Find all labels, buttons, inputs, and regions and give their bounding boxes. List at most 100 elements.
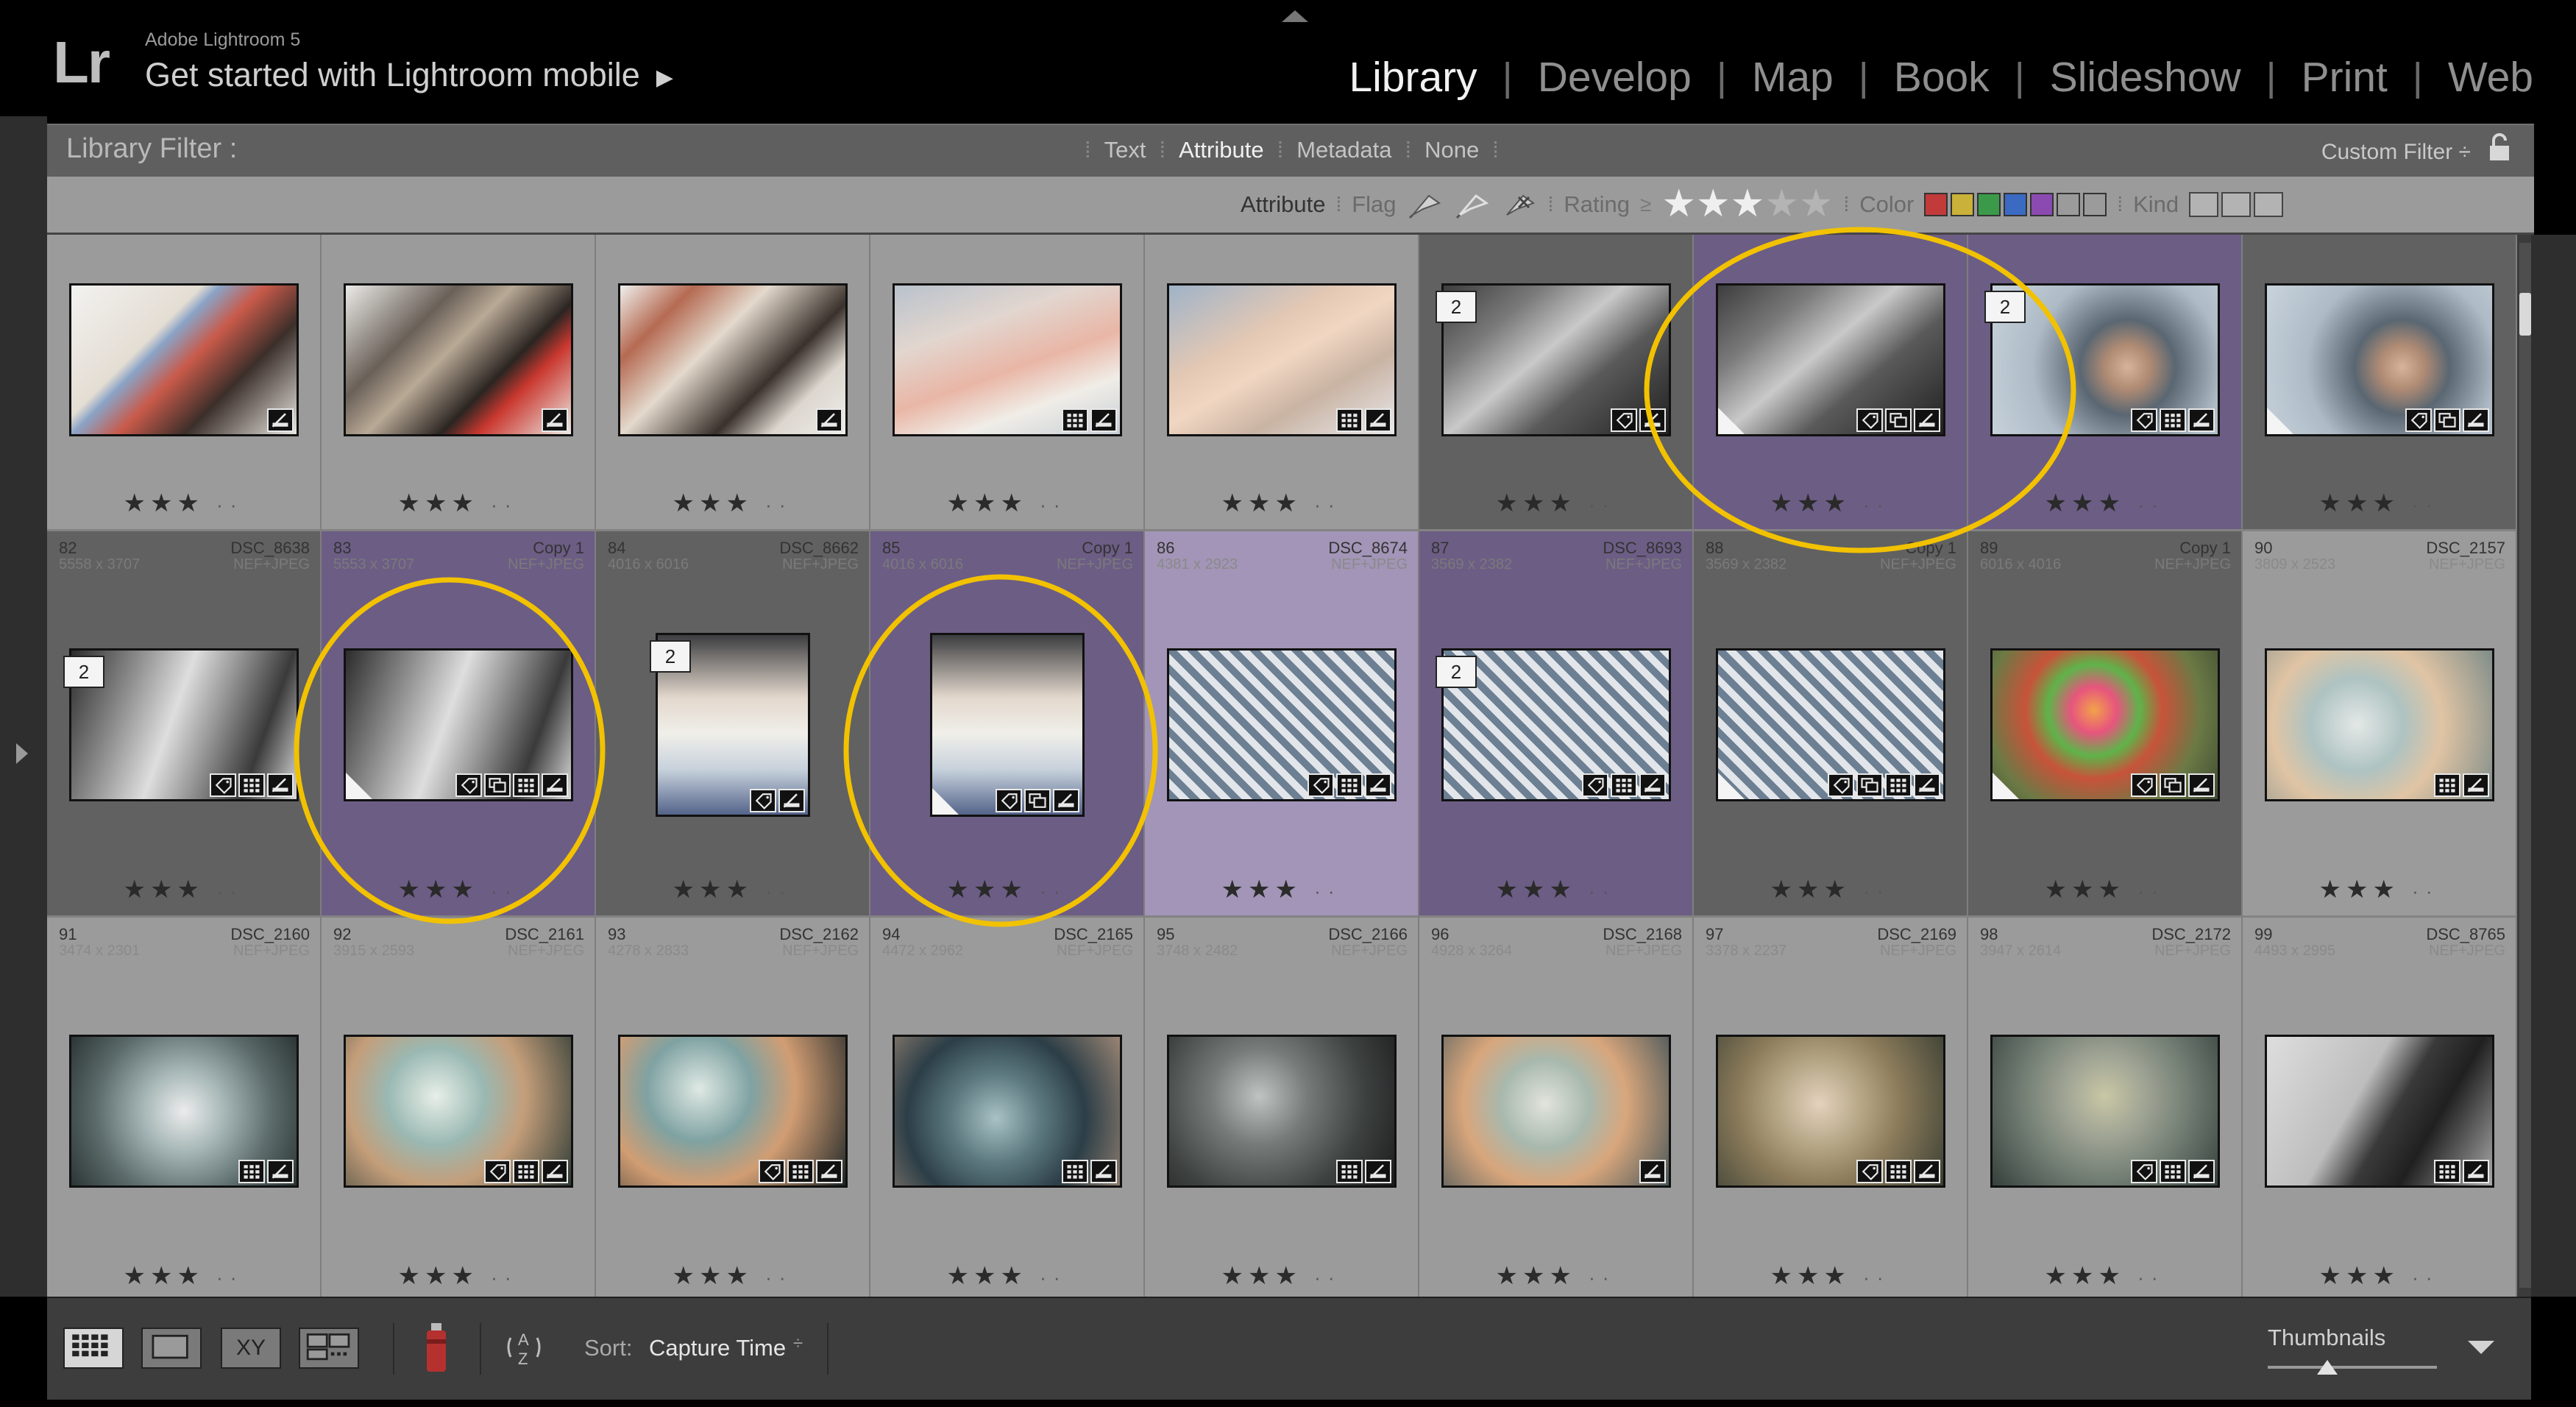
color-swatch[interactable] — [2057, 193, 2081, 216]
develop-adjustments-icon[interactable] — [1639, 773, 1666, 797]
star-rating[interactable]: ★★★ ·· — [2243, 875, 2516, 904]
virtual-copy-icon[interactable] — [1024, 789, 1051, 812]
filter-tab-text[interactable]: Text — [1091, 137, 1160, 163]
develop-adjustments-icon[interactable] — [1090, 1160, 1117, 1183]
rating-star-icon[interactable]: ★ — [1731, 182, 1765, 225]
keyword-tag-icon[interactable] — [1856, 408, 1883, 432]
photo-cell[interactable]: 88 Copy 1 3569 x 2382 NEF+JPEG ★★★ ·· — [1694, 531, 1968, 918]
play-arrow-icon[interactable]: ▶ — [656, 65, 673, 91]
rating-stars-icon[interactable]: ★★★ — [947, 489, 1027, 517]
develop-adjustments-icon[interactable] — [1365, 1160, 1391, 1183]
star-rating[interactable]: ★★★ ·· — [870, 1261, 1143, 1291]
photo-cell[interactable]: 84 DSC_8662 4016 x 6016 NEF+JPEG 2 ★★★ ·· — [596, 531, 870, 918]
master-photos-icon[interactable] — [2189, 192, 2219, 217]
virtual-copy-icon[interactable] — [2160, 773, 2186, 797]
photo-cell[interactable]: 86 DSC_8674 4381 x 2923 NEF+JPEG ★★★ ·· — [1145, 531, 1419, 918]
rating-empty-dots[interactable]: ·· — [1851, 494, 1891, 516]
star-rating[interactable]: ★★★ ·· — [2243, 489, 2516, 518]
metadata-icon[interactable] — [1336, 1160, 1363, 1183]
rating-stars-icon[interactable]: ★★★ — [673, 489, 753, 517]
rating-stars-icon[interactable]: ★★★ — [673, 876, 753, 904]
virtual-copies-icon[interactable] — [2221, 192, 2252, 217]
rating-stars-icon[interactable]: ★★★ — [2319, 876, 2399, 904]
metadata-icon[interactable] — [2434, 1160, 2460, 1183]
rating-stars-icon[interactable]: ★★★ — [1221, 1262, 1302, 1290]
identity-plate[interactable]: Get started with Lightroom mobile ▶ — [145, 56, 673, 94]
rating-empty-dots[interactable]: ·· — [1851, 880, 1891, 902]
rating-stars-icon[interactable]: ★★★ — [124, 1262, 204, 1290]
star-rating[interactable]: ★★★ ·· — [1419, 1261, 1692, 1291]
rating-empty-dots[interactable]: ·· — [2125, 494, 2165, 516]
metadata-icon[interactable] — [238, 1160, 265, 1183]
grid-scrollbar[interactable] — [2519, 243, 2531, 1288]
stack-count-badge[interactable]: 2 — [1436, 656, 1477, 688]
painter-spray-can-icon[interactable] — [422, 1322, 450, 1375]
photo-cell[interactable]: ★★★ ·· — [596, 235, 870, 531]
develop-adjustments-icon[interactable] — [2188, 408, 2215, 432]
rating-empty-dots[interactable]: ·· — [204, 1266, 244, 1289]
grid-scroll-thumb[interactable] — [2519, 293, 2531, 336]
rating-stars-icon[interactable]: ★★★ — [1496, 489, 1576, 517]
rating-stars-icon[interactable]: ★★★ — [2319, 489, 2399, 517]
metadata-icon[interactable] — [513, 1160, 539, 1183]
rating-empty-dots[interactable]: ·· — [1302, 494, 1342, 516]
star-rating[interactable]: ★★★ ·· — [1968, 489, 2241, 518]
rating-empty-dots[interactable]: ·· — [204, 880, 244, 902]
photo-cell[interactable]: 90 DSC_2157 3809 x 2523 NEF+JPEG ★★★ ·· — [2243, 531, 2517, 918]
filter-tab-metadata[interactable]: Metadata — [1283, 137, 1405, 163]
color-swatch[interactable] — [1977, 193, 2001, 216]
photo-cell[interactable]: 82 DSC_8638 5558 x 3707 NEF+JPEG 2 ★★★ ·· — [47, 531, 322, 918]
keyword-tag-icon[interactable] — [1611, 408, 1637, 432]
photo-cell[interactable]: 99 DSC_8765 4493 x 2995 NEF+JPEG ★★★ ·· — [2243, 918, 2517, 1297]
photo-cell[interactable]: 89 Copy 1 6016 x 4016 NEF+JPEG ★★★ ·· — [1968, 531, 2243, 918]
rating-star-icon[interactable]: ★ — [1799, 182, 1834, 225]
rating-stars-icon[interactable]: ★★★ — [1221, 876, 1302, 904]
star-rating[interactable]: ★★★ ·· — [322, 489, 595, 518]
rating-stars-icon[interactable]: ★★★ — [124, 489, 204, 517]
star-rating[interactable]: ★★★ ·· — [870, 875, 1143, 904]
rating-stars-icon[interactable]: ★★★ — [1770, 489, 1851, 517]
keyword-tag-icon[interactable] — [455, 773, 482, 797]
rating-stars-icon[interactable]: ★★★ — [1496, 876, 1576, 904]
keyword-tag-icon[interactable] — [1856, 1160, 1883, 1183]
rating-star-icon[interactable]: ★ — [1661, 182, 1696, 225]
virtual-copy-icon[interactable] — [484, 773, 511, 797]
star-rating[interactable]: ★★★ ·· — [322, 875, 595, 904]
stack-count-badge[interactable]: 2 — [1436, 291, 1477, 323]
rating-stars-icon[interactable]: ★★★ — [398, 489, 478, 517]
develop-adjustments-icon[interactable] — [2188, 773, 2215, 797]
rating-empty-dots[interactable]: ·· — [2125, 1266, 2165, 1289]
toolbar-menu-chevron-icon[interactable] — [2468, 1341, 2494, 1354]
rating-stars-icon[interactable]: ★★★ — [947, 876, 1027, 904]
metadata-icon[interactable] — [1336, 773, 1363, 797]
rating-empty-dots[interactable]: ·· — [1576, 880, 1617, 902]
rating-filter-stars[interactable]: ★★★★★ — [1661, 185, 1833, 223]
identity-plate-text[interactable]: Get started with Lightroom mobile — [145, 56, 640, 93]
top-panel-toggle-icon[interactable] — [1282, 10, 1308, 22]
module-library[interactable]: Library — [1324, 53, 1502, 102]
keyword-tag-icon[interactable] — [759, 1160, 785, 1183]
rating-stars-icon[interactable]: ★★★ — [1770, 1262, 1851, 1290]
rating-empty-dots[interactable]: ·· — [753, 494, 793, 516]
keyword-tag-icon[interactable] — [2131, 773, 2157, 797]
star-rating[interactable]: ★★★ ·· — [47, 489, 320, 518]
star-rating[interactable]: ★★★ ·· — [596, 1261, 869, 1291]
module-print[interactable]: Print — [2277, 53, 2413, 102]
rating-stars-icon[interactable]: ★★★ — [2045, 876, 2125, 904]
develop-adjustments-icon[interactable] — [1365, 408, 1391, 432]
rating-star-icon[interactable]: ★ — [1696, 182, 1731, 225]
photo-thumbnail[interactable] — [344, 283, 573, 436]
rating-empty-dots[interactable]: ·· — [1851, 1266, 1891, 1289]
photo-cell[interactable]: 95 DSC_2166 3748 x 2482 NEF+JPEG ★★★ ·· — [1145, 918, 1419, 1297]
module-develop[interactable]: Develop — [1513, 53, 1717, 102]
rating-stars-icon[interactable]: ★★★ — [398, 876, 478, 904]
rating-stars-icon[interactable]: ★★★ — [124, 876, 204, 904]
develop-adjustments-icon[interactable] — [1090, 408, 1117, 432]
rating-empty-dots[interactable]: ·· — [1302, 880, 1342, 902]
develop-adjustments-icon[interactable] — [816, 408, 842, 432]
develop-adjustments-icon[interactable] — [542, 408, 568, 432]
develop-adjustments-icon[interactable] — [2188, 1160, 2215, 1183]
star-rating[interactable]: ★★★ ·· — [596, 875, 869, 904]
photo-cell[interactable]: ★★★ ·· — [1145, 235, 1419, 531]
rating-empty-dots[interactable]: ·· — [2125, 880, 2165, 902]
